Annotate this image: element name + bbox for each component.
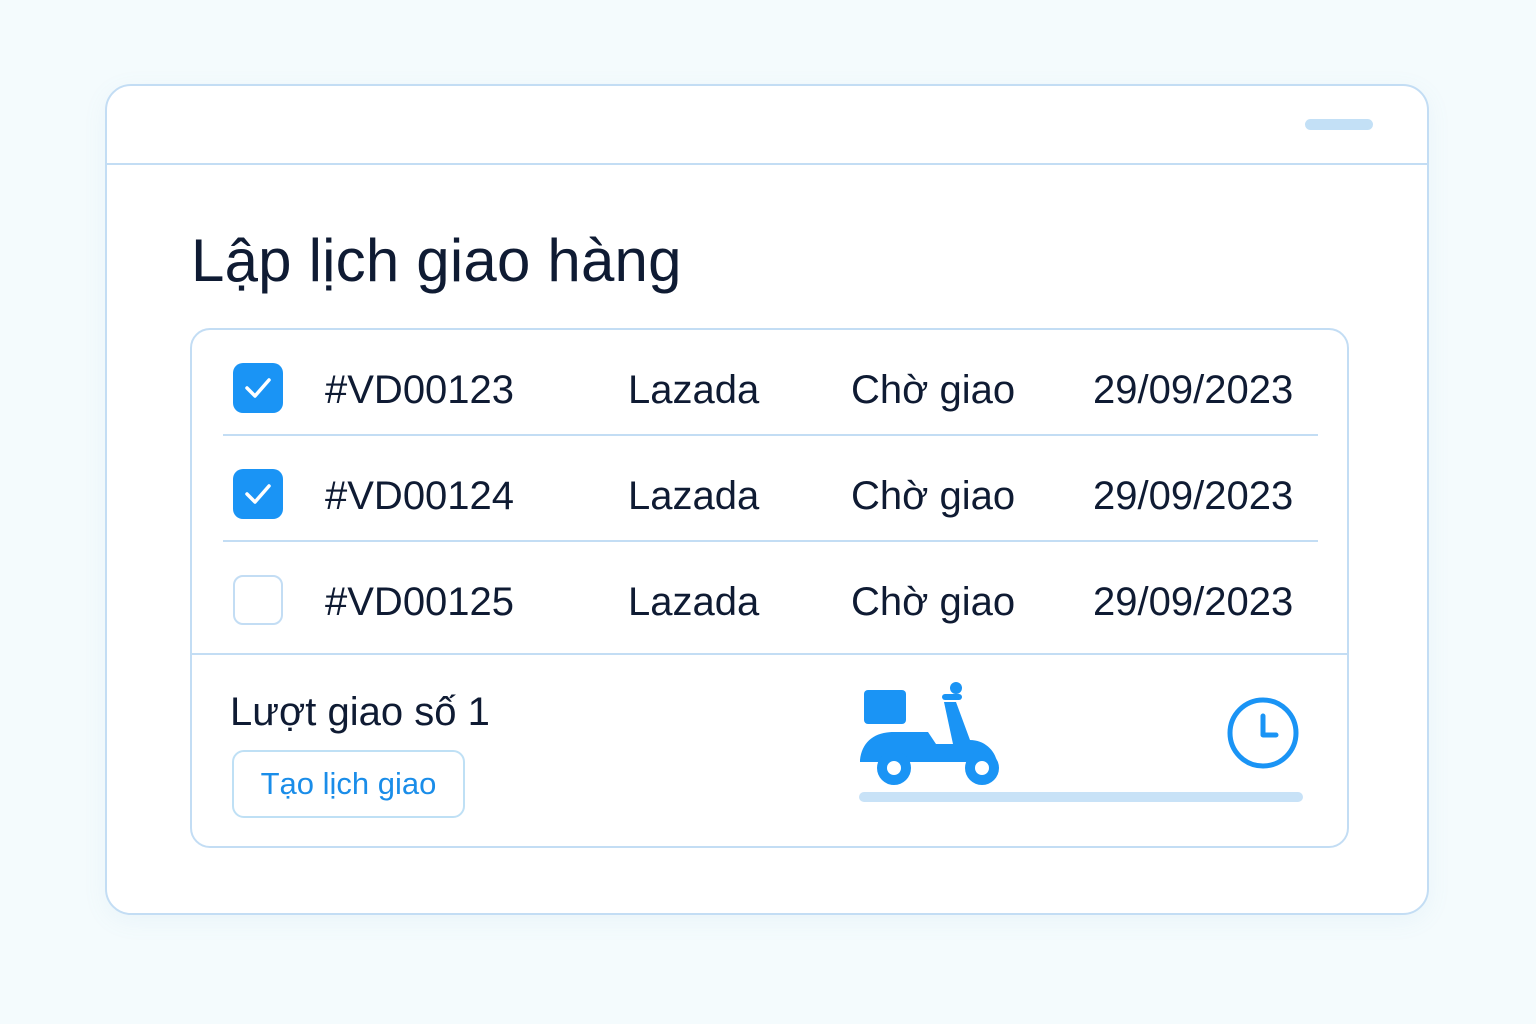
order-checkbox[interactable] <box>233 469 283 519</box>
delivery-scooter-icon <box>860 682 999 785</box>
order-status: Chờ giao <box>851 580 1016 624</box>
app-window: Lập lịch giao hàng #VD00123 Lazada Chờ g… <box>105 84 1429 915</box>
order-checkbox[interactable] <box>233 363 283 413</box>
order-checkbox[interactable] <box>233 575 283 625</box>
clock-icon <box>1227 697 1299 769</box>
trip-label: Lượt giao số 1 <box>230 690 490 734</box>
order-id: #VD00124 <box>325 474 515 518</box>
order-row[interactable]: #VD00123 Lazada Chờ giao 29/09/2023 <box>223 330 1318 436</box>
order-id: #VD00123 <box>325 368 515 412</box>
order-date: 29/09/2023 <box>1093 474 1294 518</box>
order-date: 29/09/2023 <box>1093 580 1294 624</box>
order-date: 29/09/2023 <box>1093 368 1294 412</box>
checkmark-icon <box>245 484 271 504</box>
window-minimize-handle[interactable] <box>1305 119 1373 130</box>
order-id: #VD00125 <box>325 580 515 624</box>
order-shop: Lazada <box>628 474 760 518</box>
order-row[interactable]: #VD00124 Lazada Chờ giao 29/09/2023 <box>223 436 1318 542</box>
order-row[interactable]: #VD00125 Lazada Chờ giao 29/09/2023 <box>223 542 1318 648</box>
window-titlebar <box>107 86 1427 165</box>
order-shop: Lazada <box>628 368 760 412</box>
checkmark-icon <box>245 378 271 398</box>
delivery-order-panel: #VD00123 Lazada Chờ giao 29/09/2023 #VD0… <box>190 328 1349 848</box>
order-status: Chờ giao <box>851 368 1016 412</box>
order-shop: Lazada <box>628 580 760 624</box>
page-title: Lập lịch giao hàng <box>191 227 682 294</box>
delivery-progress-bar <box>859 792 1303 802</box>
footer-divider <box>192 653 1347 655</box>
order-status: Chờ giao <box>851 474 1016 518</box>
create-schedule-button[interactable]: Tạo lịch giao <box>232 750 465 818</box>
